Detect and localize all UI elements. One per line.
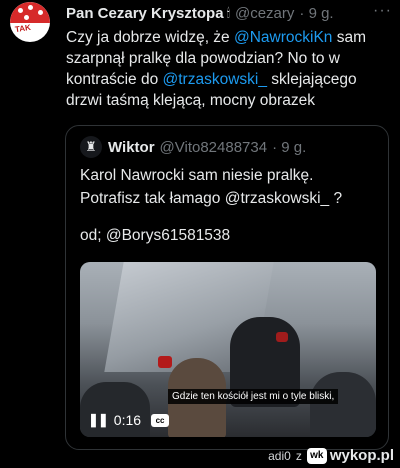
author-handle[interactable]: @cezary (235, 5, 294, 22)
tweet-text: Czy ja dobrze widzę, że @NawrockiKn sam … (66, 29, 367, 109)
author-avatar[interactable]: TAK (10, 2, 50, 42)
quote-author-handle: @Vito82488734 (159, 138, 268, 156)
more-icon[interactable]: ··· (373, 2, 392, 20)
quote-header: ♜ Wiktor @Vito82488734 · 9 g. (80, 136, 306, 158)
author-name[interactable]: Pan Cezary Krysztopa (66, 5, 224, 22)
watermark: adi0 z wk wykop.pl (268, 447, 394, 464)
video-player[interactable]: Gdzie ten kościół jest mi o tyle bliski,… (80, 262, 376, 437)
quote-time: · 9 g. (272, 138, 307, 156)
mention-link[interactable]: @NawrockiKn (234, 29, 332, 46)
tweet-time[interactable]: · 9 g. (299, 5, 333, 22)
captions-icon[interactable]: cc (151, 413, 170, 427)
pause-icon[interactable]: ❚❚ (88, 412, 109, 428)
uploader-name: adi0 (268, 448, 291, 463)
avatar-text: TAK (14, 22, 32, 35)
video-controls: ❚❚ 0:16 cc (88, 412, 170, 428)
quoted-tweet[interactable]: ♜ Wiktor @Vito82488734 · 9 g. Karol Nawr… (65, 125, 389, 450)
video-time: 0:16 (113, 412, 142, 428)
video-subtitle: Gdzie ten kościół jest mi o tyle bliski, (168, 389, 339, 404)
mention-link[interactable]: @trzaskowski_ (163, 71, 267, 88)
site-name: wykop.pl (329, 447, 394, 464)
wykop-logo-icon: wk (306, 447, 327, 464)
author-badge: 🕯 (226, 5, 230, 20)
quote-text: Karol Nawrocki sam niesie pralkę. Potraf… (80, 167, 343, 244)
quote-avatar: ♜ (80, 136, 102, 158)
tweet-header: Pan Cezary Krysztopa 🕯 @cezary · 9 g. (66, 3, 392, 23)
quote-author-name: Wiktor (108, 138, 155, 156)
